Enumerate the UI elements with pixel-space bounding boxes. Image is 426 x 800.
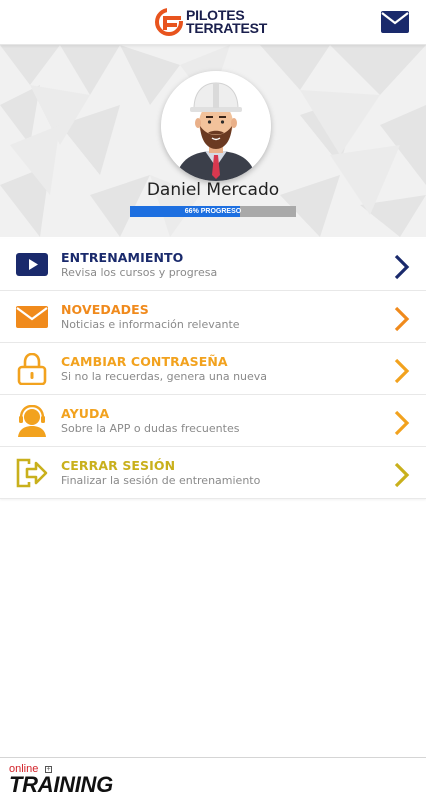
envelope-icon[interactable] bbox=[381, 11, 409, 33]
progress-bar: 66% PROGRESO bbox=[130, 206, 296, 217]
chevron-right-icon bbox=[394, 410, 410, 436]
menu-item-subtitle: Revisa los cursos y progresa bbox=[61, 266, 218, 279]
logout-arrow-icon bbox=[16, 458, 48, 488]
avatar bbox=[161, 71, 271, 181]
menu-item-cerrar-sesion[interactable]: CERRAR SESIÓN Finalizar la sesión de ent… bbox=[0, 447, 426, 499]
menu-item-novedades[interactable]: NOVEDADES Noticias e información relevan… bbox=[0, 291, 426, 343]
menu-item-title: AYUDA bbox=[61, 406, 110, 421]
user-name: Daniel Mercado bbox=[146, 180, 280, 200]
menu-item-subtitle: Si no la recuerdas, genera una nueva bbox=[61, 370, 268, 383]
chevron-right-icon bbox=[394, 358, 410, 384]
pilotes-terratest-logo: PILOTES TERRATEST bbox=[155, 7, 267, 37]
terratest-logo-icon bbox=[155, 8, 183, 36]
menu-item-subtitle: Finalizar la sesión de entrenamiento bbox=[61, 474, 261, 487]
menu-item-subtitle: Noticias e información relevante bbox=[61, 318, 240, 331]
app-header: PILOTES TERRATEST bbox=[0, 0, 426, 45]
menu-item-subtitle: Sobre la APP o dudas frecuentes bbox=[61, 422, 240, 435]
menu-item-title: CERRAR SESIÓN bbox=[61, 458, 176, 473]
profile-header: Daniel Mercado 66% PROGRESO bbox=[0, 45, 426, 237]
engineer-avatar-icon bbox=[161, 71, 271, 181]
footer-brand: online + TRAINING bbox=[0, 757, 426, 800]
chevron-right-icon bbox=[394, 254, 410, 280]
footer-training-label: TRAINING bbox=[9, 772, 113, 797]
menu-item-cambiar-contrasena[interactable]: CAMBIAR CONTRASEÑA Si no la recuerdas, g… bbox=[0, 343, 426, 395]
menu-item-title: ENTRENAMIENTO bbox=[61, 250, 184, 265]
logo-line-2: TERRATEST bbox=[186, 20, 268, 36]
support-headset-icon bbox=[18, 405, 46, 437]
video-play-icon bbox=[16, 253, 48, 276]
progress-label: 66% PROGRESO bbox=[184, 208, 242, 215]
menu-item-title: CAMBIAR CONTRASEÑA bbox=[61, 354, 228, 369]
menu-item-ayuda[interactable]: AYUDA Sobre la APP o dudas frecuentes bbox=[0, 395, 426, 447]
padlock-icon bbox=[17, 353, 47, 385]
menu-item-title: NOVEDADES bbox=[61, 302, 149, 317]
envelope-icon bbox=[16, 306, 48, 328]
chevron-right-icon bbox=[394, 462, 410, 488]
main-menu: ENTRENAMIENTO Revisa los cursos y progre… bbox=[0, 239, 426, 499]
chevron-right-icon bbox=[394, 306, 410, 332]
menu-item-entrenamiento[interactable]: ENTRENAMIENTO Revisa los cursos y progre… bbox=[0, 239, 426, 291]
